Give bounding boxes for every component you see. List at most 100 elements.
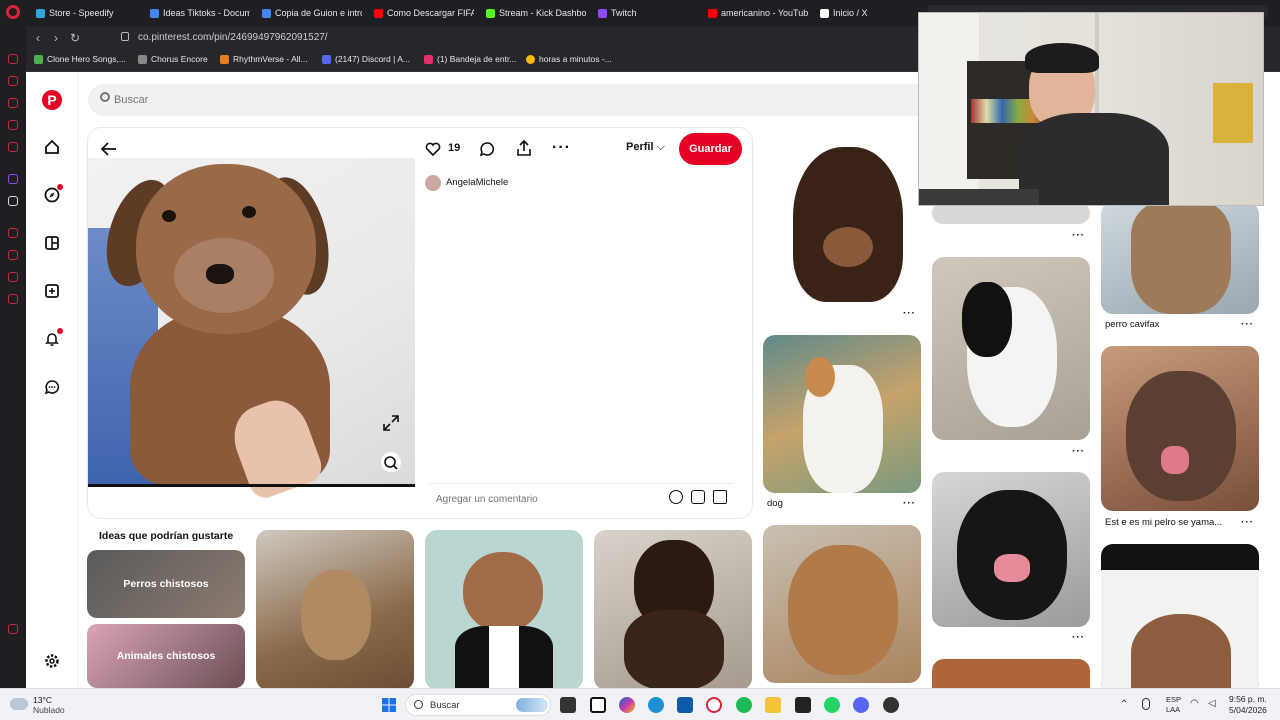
pin-tile[interactable] [763,335,921,493]
pin-tile[interactable] [256,530,414,688]
back-arrow-icon[interactable]: ‹ [36,31,40,45]
browser-tab[interactable]: Inicio / X [820,4,910,22]
pin-image[interactable] [88,158,415,503]
browser-tab[interactable]: Twitch [598,4,698,22]
browser-tab[interactable]: Como Descargar FIFA [374,4,474,22]
more-options-icon[interactable]: ··· [903,308,916,319]
author-name[interactable]: AngelaMichele [446,177,508,188]
sidebar-bag-icon[interactable] [8,98,18,108]
tray-chevron-up-icon[interactable]: ⌃ [1120,699,1128,710]
task-view-icon[interactable] [560,697,576,713]
pin-tile[interactable] [932,659,1090,688]
url-field[interactable]: co.pinterest.com/pin/24699497962091527/ [138,32,328,43]
whatsapp-icon[interactable] [824,697,840,713]
more-options-icon[interactable]: ··· [1072,230,1085,241]
sidebar-messenger-icon[interactable] [8,54,18,64]
edge-icon[interactable] [648,697,664,713]
pin-title[interactable]: perro cavifax [1105,319,1159,330]
home-icon[interactable] [41,136,63,158]
wifi-icon[interactable]: ◠ [1190,698,1199,709]
capcut-icon[interactable] [590,697,606,713]
pinterest-logo-icon[interactable]: P [42,90,62,110]
pin-tile[interactable] [1101,544,1259,688]
more-options-icon[interactable]: ··· [903,498,916,509]
save-button[interactable]: Guardar [679,133,742,165]
back-arrow-icon[interactable] [98,138,120,160]
idea-chip-animales-chistosos[interactable]: Animales chistosos [87,624,245,688]
search-bar[interactable] [88,84,988,116]
weather-temperature[interactable]: 13°C [33,695,52,705]
browser-tab[interactable]: americanino - YouTub [708,4,808,22]
explore-compass-icon[interactable] [41,184,63,206]
boards-icon[interactable] [41,232,63,254]
idea-chip-perros-chistosos[interactable]: Perros chistosos [87,550,245,618]
store-icon[interactable] [677,697,693,713]
sidebar-x-icon[interactable] [8,196,18,206]
sidebar-clock-icon[interactable] [8,228,18,238]
notifications-bell-icon[interactable] [41,328,63,350]
opera-icon[interactable] [706,697,722,713]
pin-tile[interactable] [425,530,583,688]
pin-tile[interactable] [763,127,921,302]
clock-time[interactable]: 9:56 p. m. [1229,694,1267,704]
windows-start-icon[interactable] [382,698,396,712]
epic-games-icon[interactable] [795,697,811,713]
bookmark-item[interactable]: (2147) Discord | A... [322,54,410,64]
share-icon[interactable] [515,139,533,157]
comment-input[interactable] [436,491,646,507]
sidebar-more-icon[interactable] [8,624,18,634]
pin-tile[interactable] [932,472,1090,627]
forward-arrow-icon[interactable]: › [54,31,58,45]
browser-tab[interactable]: Ideas Tiktoks - Docum [150,4,250,22]
more-options-icon[interactable]: ··· [552,139,572,157]
weather-description[interactable]: Nublado [33,705,65,715]
comment-icon[interactable] [478,140,496,158]
pin-tile[interactable] [763,525,921,683]
bookmark-item[interactable]: Clone Hero Songs,... [34,54,126,64]
bookmark-item[interactable]: RhythmVerse - All... [220,54,308,64]
microphone-icon[interactable] [1142,698,1150,710]
bookmark-item[interactable]: Chorus Encore [138,54,208,64]
browser-tab[interactable]: Store - Speedify [36,4,141,22]
pin-tile[interactable] [1101,346,1259,511]
more-options-icon[interactable]: ··· [1072,632,1085,643]
sidebar-settings-icon[interactable] [8,294,18,304]
opera-logo-icon[interactable] [6,5,20,19]
sidebar-instagram-icon[interactable] [8,120,18,130]
emoji-icon[interactable] [669,490,683,504]
sidebar-history-icon[interactable] [8,76,18,86]
visual-search-icon[interactable] [381,452,401,472]
sidebar-twitch-icon[interactable] [8,174,18,184]
more-options-icon[interactable]: ··· [1072,446,1085,457]
pin-title[interactable]: Est e es mi pelro se yama... [1105,517,1222,528]
pin-tile[interactable] [594,530,752,688]
pin-title[interactable]: dog [767,498,783,509]
search-input[interactable] [114,89,914,111]
more-options-icon[interactable]: ··· [1241,319,1254,330]
copilot-icon[interactable] [619,697,635,713]
language-indicator[interactable]: ESP [1166,695,1181,704]
taskbar-search[interactable]: Buscar [405,694,551,716]
spotify-icon[interactable] [736,697,752,713]
author-avatar[interactable] [425,175,441,191]
profile-dropdown[interactable]: Perfil ⌵ [626,141,665,154]
sidebar-cube-icon[interactable] [8,250,18,260]
pin-tile[interactable] [1101,202,1259,314]
reload-icon[interactable]: ↻ [70,31,80,45]
create-plus-icon[interactable] [41,280,63,302]
sidebar-youtube-icon[interactable] [8,142,18,152]
bookmark-item[interactable]: (1) Bandeja de entr... [424,54,516,64]
expand-icon[interactable] [382,414,400,432]
more-options-icon[interactable]: ··· [1241,517,1254,528]
volume-icon[interactable]: ◁ [1208,698,1216,709]
file-explorer-icon[interactable] [765,697,781,713]
heart-icon[interactable] [424,140,442,158]
settings-gear-icon[interactable] [41,650,63,672]
image-upload-icon[interactable] [713,490,727,504]
discord-icon[interactable] [853,697,869,713]
sidebar-music-icon[interactable] [8,272,18,282]
obs-icon[interactable] [883,697,899,713]
sticker-icon[interactable] [691,490,705,504]
language-indicator-layout[interactable]: LAA [1166,705,1180,714]
pin-tile[interactable] [932,257,1090,440]
